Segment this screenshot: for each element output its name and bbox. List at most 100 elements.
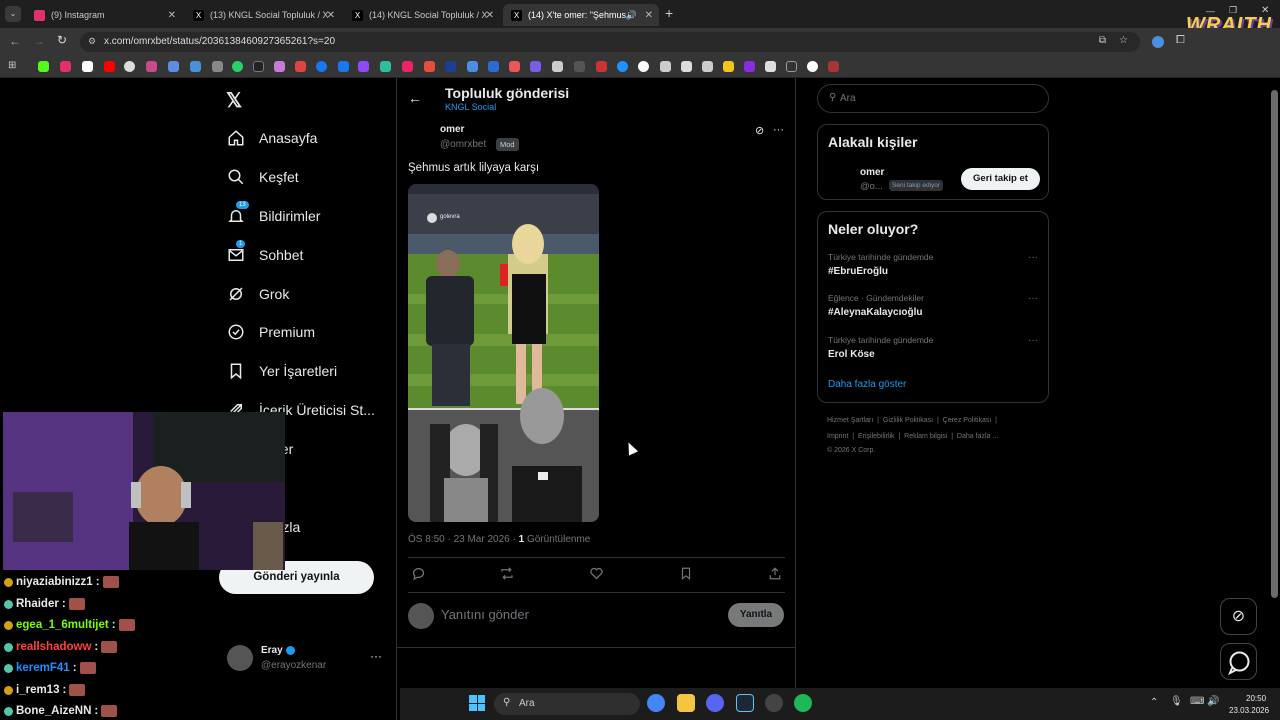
bookmark-icon[interactable]: [358, 61, 369, 72]
clock-date[interactable]: 23.03.2026: [1229, 706, 1269, 715]
start-button-icon[interactable]: [469, 695, 485, 711]
bookmark-icon[interactable]: [445, 61, 456, 72]
bookmark-icon[interactable]: [60, 61, 71, 72]
extensions-puzzle-icon[interactable]: ⧠: [1176, 34, 1185, 47]
browser-tab-active[interactable]: X (14) X'te omer: "Şehmus artı 🔊 ✕: [503, 4, 659, 26]
volume-icon[interactable]: 🔊: [1207, 696, 1219, 707]
browser-tab[interactable]: (9) Instagram ✕: [26, 4, 182, 26]
browser-tab[interactable]: X (13) KNGL Social Topluluk / X ✕: [185, 4, 341, 26]
close-icon[interactable]: ✕: [168, 10, 176, 21]
clock-time[interactable]: 20:50: [1246, 694, 1266, 703]
bookmark-icon[interactable]: [146, 61, 157, 72]
sidebar-item-home[interactable]: Anasayfa: [227, 126, 317, 150]
author-name[interactable]: omer: [440, 124, 464, 135]
trend-item[interactable]: Türkiye tarihinde gündemde Erol Köse ···: [828, 335, 1038, 360]
chrome-icon[interactable]: [647, 694, 665, 712]
trend-item[interactable]: Eğlence · Gündemdekiler #AleynaKalaycıoğ…: [828, 293, 1038, 318]
bookmark-icon[interactable]: [744, 61, 755, 72]
bookmark-icon[interactable]: [212, 61, 223, 72]
browser-tab[interactable]: X (14) KNGL Social Topluluk / X ✕: [344, 4, 500, 26]
sidebar-item-notifications[interactable]: 13 Bildirimler: [227, 201, 320, 228]
sidebar-item-premium[interactable]: Premium: [227, 320, 315, 344]
share-icon[interactable]: [768, 566, 782, 586]
bookmark-icon[interactable]: [488, 61, 499, 72]
reload-icon[interactable]: ↻: [57, 33, 67, 47]
site-info-icon[interactable]: ⚙: [88, 36, 96, 47]
tab-search-button[interactable]: ⌄: [5, 6, 21, 22]
search-input[interactable]: ⚲ Ara: [817, 84, 1049, 113]
speaker-icon[interactable]: 🔊: [626, 10, 637, 21]
window-minimize-icon[interactable]: —: [1206, 6, 1215, 16]
address-bar[interactable]: ⚙ x.com/omrxbet/status/20361384609273652…: [80, 32, 1140, 52]
bookmark-icon[interactable]: [295, 61, 306, 72]
extension-icon[interactable]: [1152, 36, 1164, 48]
new-tab-button[interactable]: +: [665, 5, 673, 21]
related-person-name[interactable]: omer: [860, 167, 884, 178]
bookmark-icon[interactable]: [104, 61, 115, 72]
bookmark-icon[interactable]: [380, 61, 391, 72]
install-app-icon[interactable]: ⧉: [1099, 35, 1106, 46]
app-icon[interactable]: [765, 694, 783, 712]
apps-grid-icon[interactable]: ⊞: [8, 60, 16, 71]
back-arrow-icon[interactable]: ←: [408, 90, 422, 106]
window-maximize-icon[interactable]: ❐: [1229, 5, 1237, 16]
account-switcher[interactable]: Eray @erayozkenar ···: [227, 643, 387, 673]
like-icon[interactable]: [589, 566, 604, 586]
bookmark-icon[interactable]: [765, 61, 776, 72]
reply-button[interactable]: Yanıtla: [728, 603, 784, 627]
bookmark-icon[interactable]: [190, 61, 201, 72]
bookmark-icon[interactable]: [38, 61, 49, 72]
bookmark-icon[interactable]: [786, 61, 797, 72]
taskbar-search[interactable]: ⚲ Ara: [494, 693, 640, 715]
footer-links[interactable]: Imprint | Erişilebilirlik | Reklam bilgi…: [827, 433, 998, 440]
bookmark-icon[interactable]: [82, 61, 93, 72]
tray-chevron-icon[interactable]: ⌃: [1150, 697, 1158, 708]
trend-item[interactable]: Türkiye tarihinde gündemde #EbruEroğlu ·…: [828, 252, 1038, 277]
bookmark-icon[interactable]: [253, 61, 264, 72]
more-options-icon[interactable]: ···: [370, 649, 382, 663]
bookmark-icon[interactable]: [702, 61, 713, 72]
close-icon[interactable]: ✕: [486, 10, 494, 21]
follow-back-button[interactable]: Geri takip et: [961, 168, 1040, 190]
bookmark-icon[interactable]: [168, 61, 179, 72]
bookmark-icon[interactable]: [274, 61, 285, 72]
forward-icon[interactable]: →: [33, 34, 45, 48]
bookmark-icon[interactable]: [596, 61, 607, 72]
sidebar-item-grok[interactable]: Grok: [227, 282, 289, 306]
network-icon[interactable]: ⌨: [1190, 696, 1204, 707]
bookmark-icon[interactable]: [338, 61, 349, 72]
bookmark-icon[interactable]: [828, 61, 839, 72]
microphone-icon[interactable]: 🎙: [1170, 696, 1183, 707]
bookmark-icon[interactable]: [509, 61, 520, 72]
repost-icon[interactable]: [499, 566, 515, 586]
back-icon[interactable]: ←: [9, 34, 21, 48]
bookmark-icon[interactable]: [552, 61, 563, 72]
sidebar-item-explore[interactable]: Keşfet: [227, 165, 299, 189]
bookmark-icon[interactable]: [574, 61, 585, 72]
more-options-icon[interactable]: ···: [1028, 252, 1038, 263]
more-options-icon[interactable]: ···: [1028, 335, 1038, 346]
window-close-icon[interactable]: ✕: [1261, 5, 1269, 16]
reply-input[interactable]: Yanıtını gönder: [441, 607, 711, 625]
bookmark-icon[interactable]: [807, 61, 818, 72]
x-logo-icon[interactable]: 𝕏: [226, 88, 242, 113]
star-icon[interactable]: ☆: [1119, 35, 1128, 46]
bookmark-icon[interactable]: [232, 61, 243, 72]
bookmark-icon[interactable]: [617, 61, 628, 72]
bookmark-icon[interactable]: [530, 61, 541, 72]
author-handle[interactable]: @omrxbet: [440, 139, 486, 150]
messages-floating-button[interactable]: [1220, 643, 1257, 680]
grok-explain-icon[interactable]: ⊘: [755, 124, 764, 137]
sidebar-item-chat[interactable]: 1 Sohbet: [227, 240, 303, 267]
footer-links[interactable]: Hizmet Şartları | Gizlilik Politikası | …: [827, 417, 997, 424]
scrollbar[interactable]: [1271, 90, 1278, 598]
bookmark-icon[interactable]: [681, 61, 692, 72]
steam-icon[interactable]: [736, 694, 754, 712]
grok-floating-button[interactable]: ⊘: [1220, 598, 1257, 635]
related-person-handle[interactable]: @o...: [860, 181, 883, 192]
bookmark-action-icon[interactable]: [679, 566, 693, 586]
close-icon[interactable]: ✕: [327, 10, 335, 21]
bookmark-icon[interactable]: [467, 61, 478, 72]
file-explorer-icon[interactable]: [677, 694, 695, 712]
post-media-image[interactable]: golevra: [408, 184, 599, 522]
